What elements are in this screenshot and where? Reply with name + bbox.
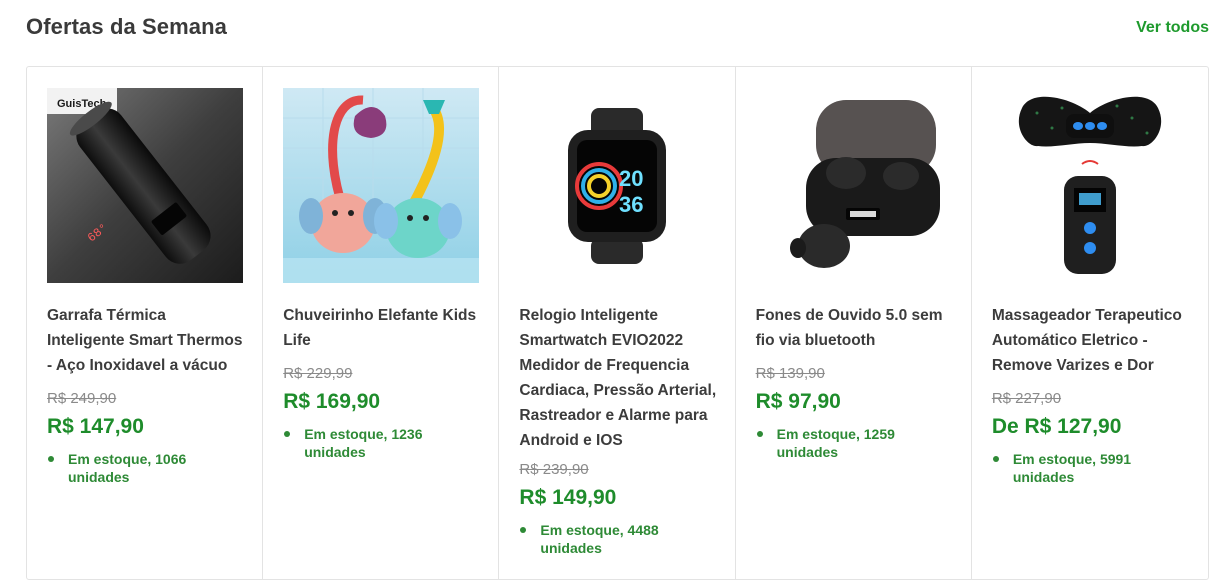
old-price: R$ 227,90 <box>991 390 1062 407</box>
stock-dot-icon <box>284 431 291 437</box>
wireless-earbuds-image[interactable] <box>755 88 952 283</box>
product-title[interactable]: Fones de Ouvido 5.0 sem fio via bluetoot… <box>756 303 956 353</box>
product-card[interactable]: Chuveirinho Elefante Kids Life R$ 229,99… <box>263 67 500 579</box>
stock-text: Em estoque, 1259 unidades <box>776 426 895 460</box>
product-card[interactable]: GuisTech 68° Garrafa Térmica Inteligente… <box>27 67 264 579</box>
stock-status: Em estoque, 1066 unidades <box>47 450 247 486</box>
current-price: R$ 149,90 <box>519 486 617 509</box>
stock-dot-icon <box>520 527 527 533</box>
current-price: R$ 169,90 <box>283 390 381 413</box>
smartwatch-image[interactable]: 20 36 <box>519 88 716 283</box>
stock-status: Em estoque, 5991 unidades <box>992 450 1192 486</box>
old-price: R$ 139,90 <box>755 365 825 382</box>
massager-device-image[interactable] <box>991 88 1188 283</box>
old-price: R$ 249,90 <box>47 390 117 407</box>
price-block: R$ 139,90 R$ 97,90 Em estoque, 1259 unid… <box>756 363 956 461</box>
product-card[interactable]: Fones de Ouvido 5.0 sem fio via bluetoot… <box>736 67 972 579</box>
current-price: R$ 97,90 <box>755 390 841 413</box>
old-price: R$ 239,90 <box>519 461 589 478</box>
old-price: R$ 229,99 <box>283 365 353 382</box>
section-title: Ofertas da Semana <box>26 14 228 39</box>
product-title[interactable]: Massageador Terapeutico Automático Eletr… <box>992 303 1192 378</box>
stock-text: Em estoque, 4488 unidades <box>540 522 659 556</box>
stock-dot-icon <box>756 431 763 437</box>
elephant-bath-toy-image[interactable] <box>283 88 480 283</box>
stock-status: Em estoque, 1236 unidades <box>283 425 483 461</box>
stock-text: Em estoque, 5991 unidades <box>1012 451 1132 485</box>
price-block: R$ 227,90 De R$ 127,90 Em estoque, 5991 … <box>992 388 1192 486</box>
product-title[interactable]: Chuveirinho Elefante Kids Life <box>283 303 483 353</box>
stock-text: Em estoque, 1236 unidades <box>304 426 423 460</box>
stock-dot-icon <box>992 456 999 462</box>
current-price: De R$ 127,90 <box>991 415 1122 438</box>
stock-status: Em estoque, 4488 unidades <box>519 521 719 557</box>
product-title[interactable]: Garrafa Térmica Inteligente Smart Thermo… <box>47 303 247 378</box>
price-block: R$ 249,90 R$ 147,90 Em estoque, 1066 uni… <box>47 388 247 486</box>
watch-hour-text: 20 <box>619 166 643 191</box>
thermos-bottle-image[interactable]: GuisTech 68° <box>47 88 243 283</box>
price-block: R$ 229,99 R$ 169,90 Em estoque, 1236 uni… <box>283 363 483 461</box>
product-card[interactable]: Massageador Terapeutico Automático Eletr… <box>972 67 1208 579</box>
stock-status: Em estoque, 1259 unidades <box>756 425 956 461</box>
see-all-link[interactable]: Ver todos <box>1136 19 1209 37</box>
stock-text: Em estoque, 1066 unidades <box>68 451 187 485</box>
stock-dot-icon <box>48 456 54 462</box>
section-header: Ofertas da Semana Ver todos <box>26 12 1209 44</box>
product-card[interactable]: 20 36 Relogio Inteligente Smartwatch EVI… <box>499 67 736 579</box>
watch-minute-text: 36 <box>619 192 643 217</box>
price-block: R$ 239,90 R$ 149,90 Em estoque, 4488 uni… <box>519 459 719 557</box>
current-price: R$ 147,90 <box>47 415 144 438</box>
product-list: GuisTech 68° Garrafa Térmica Inteligente… <box>26 66 1209 580</box>
product-title[interactable]: Relogio Inteligente Smartwatch EVIO2022 … <box>519 303 719 453</box>
